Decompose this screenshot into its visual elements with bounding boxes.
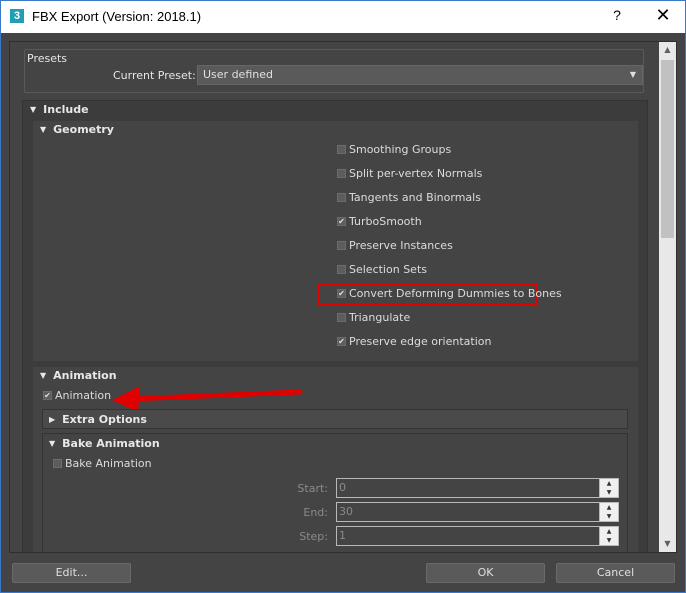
expand-triangle-icon: ▶	[49, 415, 56, 424]
bake-animation-checkbox[interactable]: Bake Animation	[53, 457, 152, 473]
start-spinner[interactable]: ▲ ▼	[599, 478, 619, 498]
checkmark-icon: ✔	[337, 336, 346, 346]
animation-checkbox[interactable]: ✔ Animation	[43, 389, 111, 405]
checkbox-box	[337, 240, 346, 250]
start-field[interactable]: 0	[336, 478, 600, 498]
split-per-vertex-normals-checkbox[interactable]: Split per-vertex Normals	[337, 167, 482, 183]
fbx-export-window: 3 FBX Export (Version: 2018.1) ? ✕ Prese…	[0, 0, 686, 593]
checkbox-label: Preserve Instances	[349, 239, 453, 252]
checkbox-box	[53, 458, 62, 468]
current-preset-label: Current Preset:	[113, 69, 196, 82]
triangulate-checkbox[interactable]: Triangulate	[337, 311, 410, 327]
ok-button[interactable]: OK	[426, 563, 545, 583]
3dsmax-app-icon: 3	[10, 9, 24, 23]
settings-scroll-area: Presets Current Preset: User defined ▼ ▼…	[9, 41, 677, 553]
extra-options-header[interactable]: ▶ Extra Options	[49, 413, 147, 426]
animation-title: Animation	[53, 369, 117, 382]
preserve-edge-orientation-checkbox[interactable]: ✔ Preserve edge orientation	[337, 335, 491, 351]
scrollbar-thumb[interactable]	[661, 60, 674, 238]
checkbox-box	[337, 192, 346, 202]
include-rollout-header[interactable]: ▼ Include	[30, 103, 89, 116]
step-label: Step:	[299, 530, 328, 543]
checkmark-icon: ✔	[337, 216, 346, 226]
smoothing-groups-checkbox[interactable]: Smoothing Groups	[337, 143, 451, 159]
extra-options-title: Extra Options	[62, 413, 147, 426]
bake-animation-title: Bake Animation	[62, 437, 160, 450]
checkbox-label: Split per-vertex Normals	[349, 167, 483, 180]
collapse-triangle-icon: ▼	[30, 105, 37, 114]
checkbox-box	[337, 168, 346, 178]
spinner-up-icon: ▲	[606, 504, 612, 511]
step-field[interactable]: 1	[336, 526, 600, 546]
bake-animation-header[interactable]: ▼ Bake Animation	[49, 437, 160, 450]
spinner-down-icon: ▼	[606, 537, 612, 544]
convert-deforming-dummies-checkbox[interactable]: ✔ Convert Deforming Dummies to Bones	[337, 287, 562, 303]
current-preset-value: User defined	[203, 68, 273, 81]
collapse-triangle-icon: ▼	[40, 125, 47, 134]
checkbox-label: Selection Sets	[349, 263, 427, 276]
checkbox-label: Convert Deforming Dummies to Bones	[349, 287, 562, 300]
help-button[interactable]: ?	[607, 7, 627, 23]
checkbox-label: Bake Animation	[65, 457, 152, 470]
selection-sets-checkbox[interactable]: Selection Sets	[337, 263, 427, 279]
checkbox-label: Preserve edge orientation	[349, 335, 492, 348]
turbosmooth-checkbox[interactable]: ✔ TurboSmooth	[337, 215, 422, 231]
spinner-down-icon: ▼	[606, 489, 612, 496]
checkbox-label: Triangulate	[349, 311, 411, 324]
tangents-and-binormals-checkbox[interactable]: Tangents and Binormals	[337, 191, 481, 207]
geometry-rollout-header[interactable]: ▼ Geometry	[40, 123, 114, 136]
start-label: Start:	[297, 482, 328, 495]
checkbox-label: TurboSmooth	[349, 215, 422, 228]
title-bar: 3 FBX Export (Version: 2018.1) ? ✕	[1, 1, 685, 33]
spinner-down-icon: ▼	[606, 513, 612, 520]
checkbox-label: Tangents and Binormals	[349, 191, 481, 204]
checkbox-label: Smoothing Groups	[349, 143, 452, 156]
chevron-down-icon: ▼	[629, 70, 636, 79]
current-preset-dropdown[interactable]: User defined ▼	[197, 65, 643, 85]
geometry-title: Geometry	[53, 123, 114, 136]
scroll-up-icon[interactable]: ▲	[659, 42, 676, 58]
presets-title: Presets	[27, 52, 68, 65]
edit-button[interactable]: Edit...	[12, 563, 131, 583]
checkbox-label: Animation	[55, 389, 112, 402]
checkbox-box	[337, 264, 346, 274]
end-spinner[interactable]: ▲ ▼	[599, 502, 619, 522]
geometry-rollout	[33, 121, 638, 361]
checkbox-box	[337, 312, 346, 322]
preserve-instances-checkbox[interactable]: Preserve Instances	[337, 239, 453, 255]
step-spinner[interactable]: ▲ ▼	[599, 526, 619, 546]
collapse-triangle-icon: ▼	[49, 439, 56, 448]
spinner-up-icon: ▲	[606, 480, 612, 487]
vertical-scrollbar[interactable]: ▲ ▼	[659, 42, 676, 552]
checkbox-box	[337, 144, 346, 154]
close-button[interactable]: ✕	[653, 5, 673, 26]
spinner-up-icon: ▲	[606, 528, 612, 535]
scroll-down-icon[interactable]: ▼	[659, 536, 676, 552]
animation-rollout-header[interactable]: ▼ Animation	[40, 369, 117, 382]
include-title: Include	[43, 103, 89, 116]
cancel-button[interactable]: Cancel	[556, 563, 675, 583]
collapse-triangle-icon: ▼	[40, 371, 47, 380]
end-field[interactable]: 30	[336, 502, 600, 522]
end-label: End:	[303, 506, 328, 519]
red-arrow-annotation	[112, 386, 303, 412]
checkmark-icon: ✔	[337, 288, 346, 298]
checkmark-icon: ✔	[43, 390, 52, 400]
window-title: FBX Export (Version: 2018.1)	[32, 9, 202, 24]
